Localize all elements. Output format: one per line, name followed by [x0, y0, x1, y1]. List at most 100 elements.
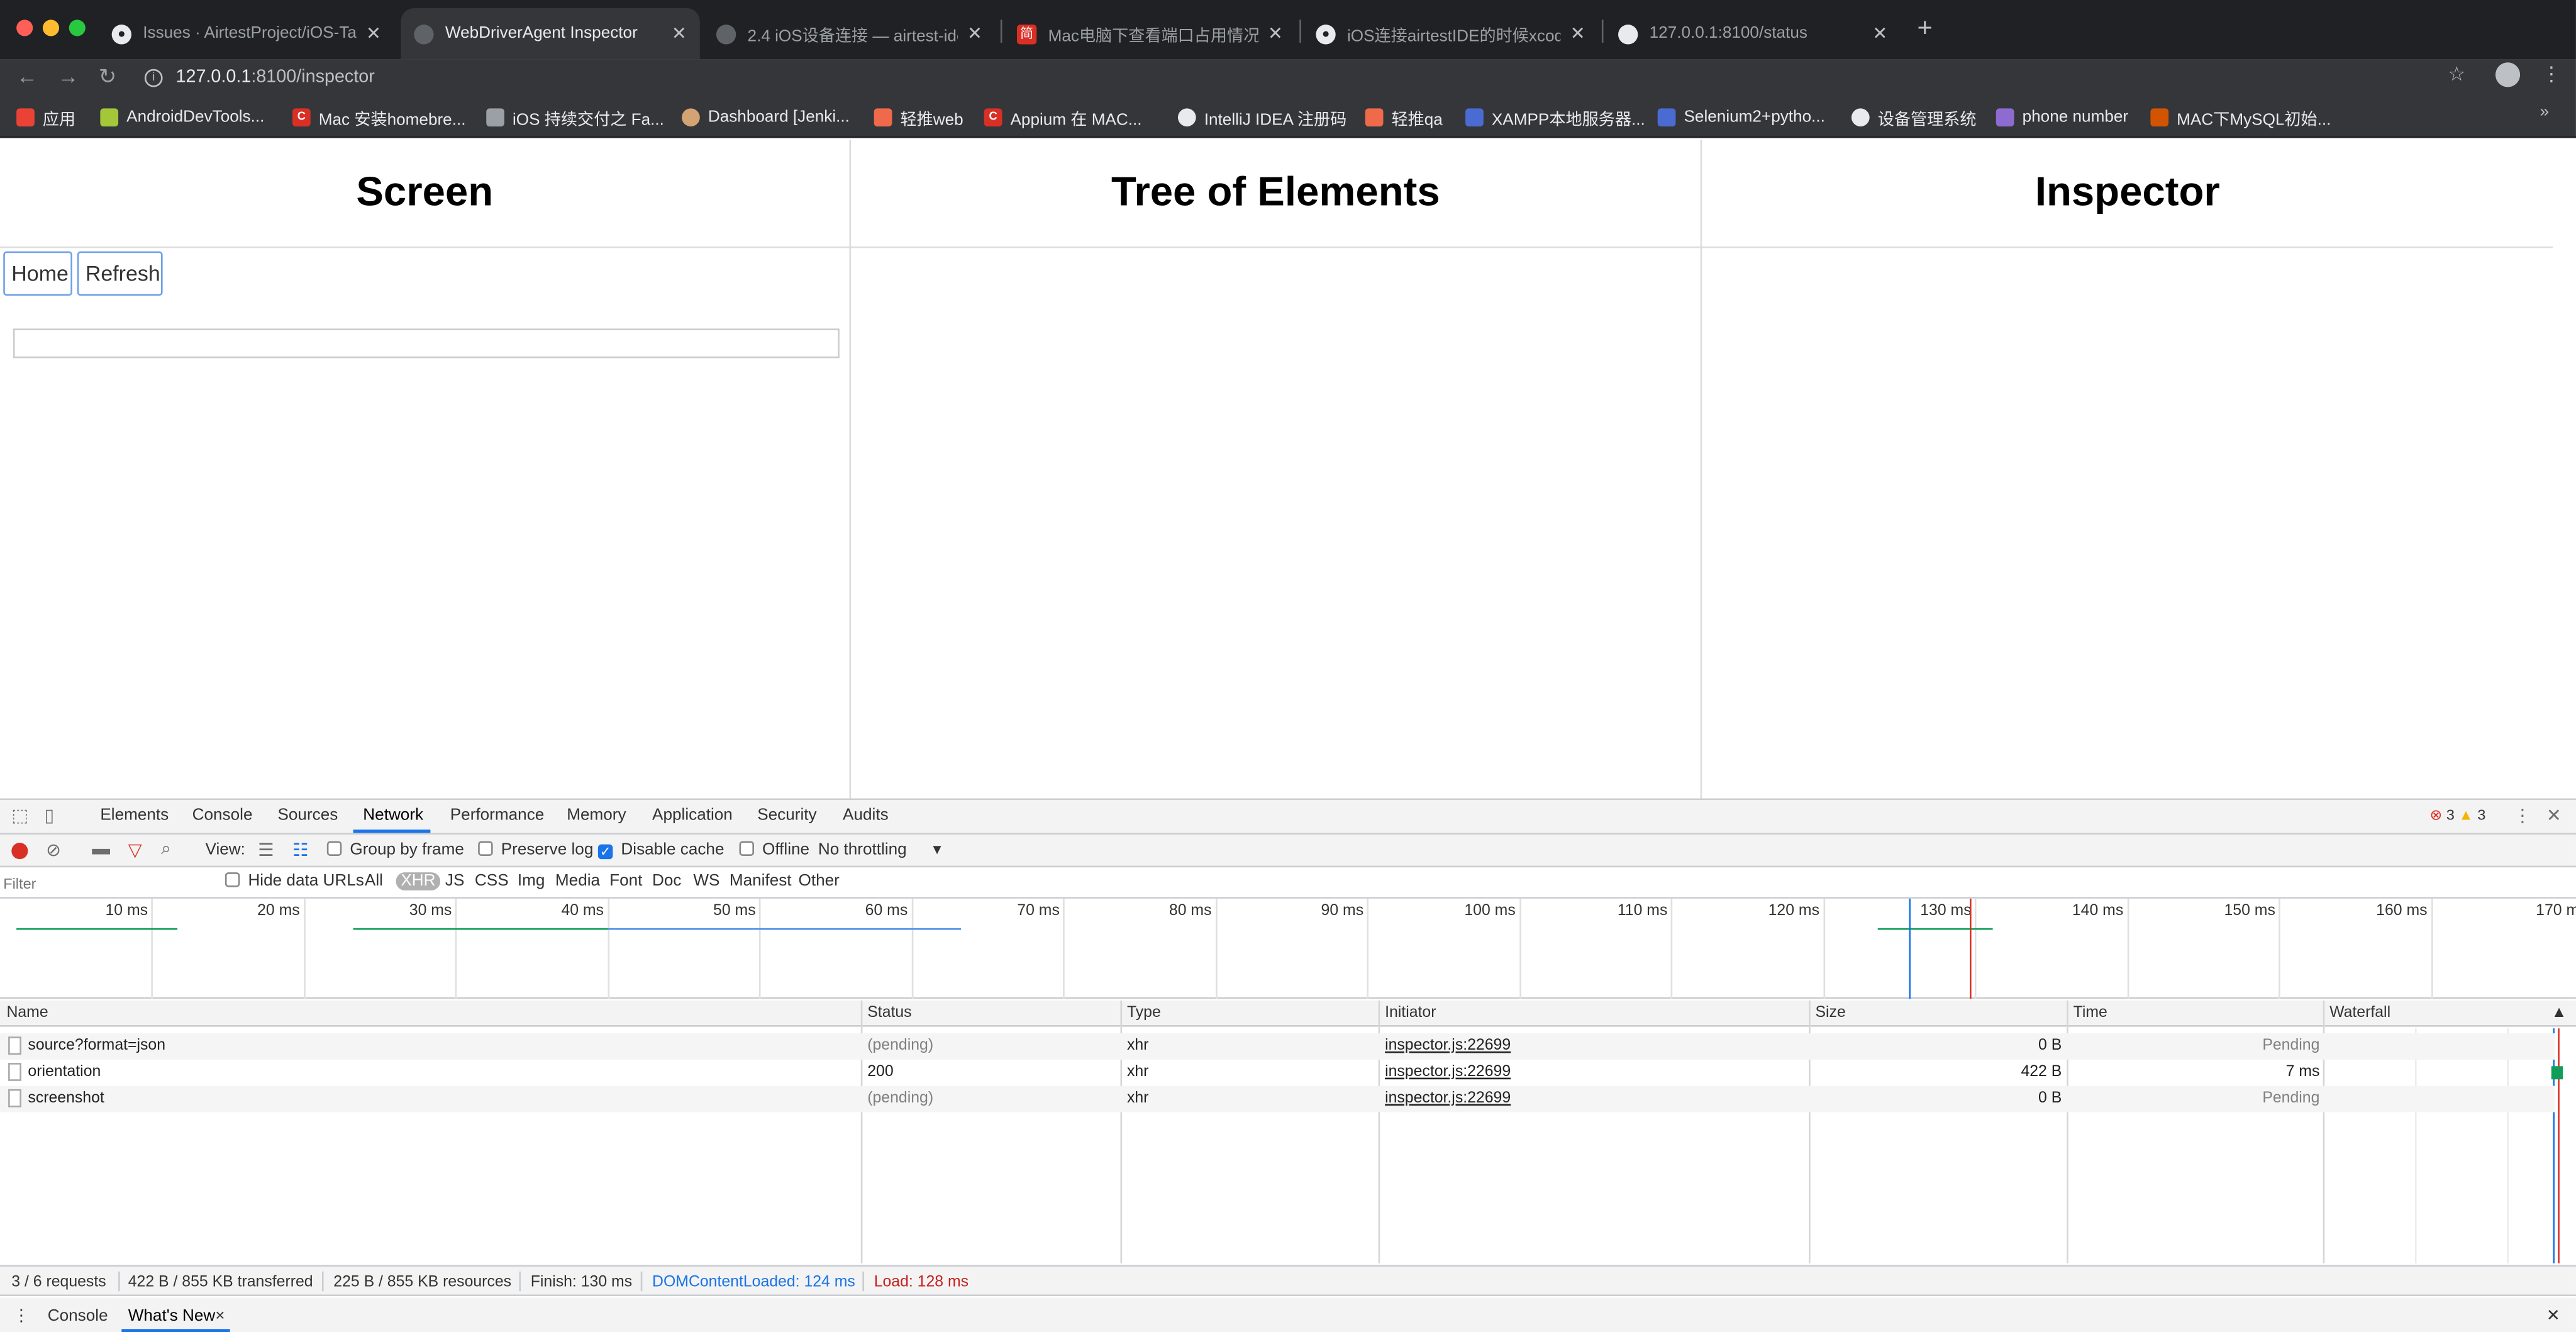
disable-cache-checkbox[interactable]: ✓ Disable cache — [597, 841, 724, 860]
filter-js[interactable]: JS — [440, 872, 469, 891]
new-tab-button[interactable]: + — [1917, 15, 1932, 45]
throttling-select[interactable]: No throttling ▾ — [818, 841, 941, 859]
bookmark-qingtui-qa[interactable]: 轻推qa — [1365, 105, 1443, 129]
devtools-tab-network[interactable]: Network — [363, 807, 423, 825]
console-issue-counter[interactable]: ⊗ 3 ▲ 3 — [2429, 807, 2485, 825]
profile-avatar-icon[interactable] — [2495, 62, 2521, 87]
bookmark-apps[interactable]: 应用 — [16, 105, 75, 129]
clear-icon[interactable]: ⊘ — [46, 840, 61, 860]
request-initiator-link[interactable]: inspector.js:22699 — [1385, 1089, 1511, 1107]
bookmark-jenkins[interactable]: Dashboard [Jenki... — [682, 105, 850, 128]
refresh-button[interactable]: Refresh — [77, 251, 163, 296]
filter-ws[interactable]: WS — [689, 872, 725, 891]
site-info-icon[interactable]: i — [144, 68, 163, 87]
close-tab-icon[interactable]: ✕ — [1570, 23, 1585, 44]
close-tab-icon[interactable]: ✕ — [967, 23, 982, 44]
col-size[interactable]: Size — [1815, 1004, 1845, 1022]
table-row[interactable]: screenshot (pending) xhr inspector.js:22… — [0, 1085, 2555, 1113]
devtools-tab-performance[interactable]: Performance — [450, 807, 545, 825]
bookmark-selenium[interactable]: Selenium2+pytho... — [1657, 105, 1825, 128]
filter-media[interactable]: Media — [550, 872, 605, 891]
close-tab-icon[interactable]: ✕ — [1872, 23, 1887, 44]
browser-tab-issues[interactable]: ● Issues · AirtestProject/iOS-Tag ✕ — [99, 8, 394, 59]
bookmark-xampp[interactable]: XAMPP本地服务器... — [1465, 105, 1645, 129]
close-tab-icon[interactable]: ✕ — [366, 23, 381, 44]
window-close-button[interactable] — [16, 19, 33, 36]
filter-manifest[interactable]: Manifest — [724, 872, 796, 891]
window-minimize-button[interactable] — [42, 19, 60, 36]
devtools-tab-security[interactable]: Security — [757, 807, 816, 825]
browser-tab-mac-port[interactable]: 简 Mac电脑下查看端口占用情况 - ✕ — [1004, 8, 1296, 59]
filter-icon[interactable]: ▽ — [128, 840, 142, 860]
col-time[interactable]: Time — [2074, 1004, 2107, 1022]
large-rows-icon[interactable]: ☰ — [258, 840, 274, 860]
bookmark-phone-number[interactable]: phone number — [1996, 105, 2128, 128]
browser-tab-airtest-ide[interactable]: 2.4 iOS设备连接 — airtest-ide ✕ — [703, 8, 996, 59]
browser-menu-icon[interactable]: ⋮ — [2541, 62, 2561, 86]
bookmark-appium[interactable]: C Appium 在 MAC... — [984, 105, 1142, 129]
bookmark-homebrew[interactable]: C Mac 安装homebre... — [292, 105, 466, 129]
filter-other[interactable]: Other — [794, 872, 845, 891]
back-arrow-icon[interactable]: ← — [16, 64, 38, 91]
bookmarks-overflow-button[interactable]: » — [2540, 104, 2549, 122]
record-button[interactable] — [11, 843, 28, 860]
devtools-tab-memory[interactable]: Memory — [567, 807, 626, 825]
sort-up-icon[interactable]: ▲ — [2551, 1004, 2567, 1022]
inspect-element-icon[interactable]: ⬚ — [11, 805, 28, 826]
window-maximize-button[interactable] — [69, 19, 86, 36]
device-toolbar-icon[interactable]: ▯ — [45, 805, 55, 826]
bookmark-androiddevtools[interactable]: AndroidDevTools... — [100, 105, 264, 128]
close-tab-icon[interactable]: ✕ — [672, 23, 687, 44]
bookmark-device-mgmt[interactable]: 设备管理系统 — [1851, 105, 1976, 129]
reload-icon[interactable]: ↻ — [99, 64, 116, 91]
devtools-tab-sources[interactable]: Sources — [277, 807, 338, 825]
forward-arrow-icon[interactable]: → — [57, 64, 79, 91]
devtools-tab-application[interactable]: Application — [652, 807, 733, 825]
search-icon[interactable]: ⌕ — [161, 840, 171, 861]
browser-tab-status[interactable]: 127.0.0.1:8100/status ✕ — [1605, 8, 1901, 59]
overview-icon[interactable]: ☷ — [292, 840, 309, 860]
filter-input[interactable] — [3, 872, 211, 894]
offline-checkbox[interactable]: Offline — [739, 841, 809, 859]
table-row[interactable]: source?format=json (pending) xhr inspect… — [0, 1033, 2555, 1060]
request-initiator-link[interactable]: inspector.js:22699 — [1385, 1036, 1511, 1055]
bookmark-qingtui-web[interactable]: 轻推web — [874, 105, 963, 129]
drawer-tab-close-icon[interactable]: × — [215, 1307, 225, 1326]
filter-all[interactable]: All — [360, 872, 388, 891]
devtools-tab-console[interactable]: Console — [192, 807, 253, 825]
devtools-tab-elements[interactable]: Elements — [100, 807, 169, 825]
filter-font[interactable]: Font — [604, 872, 647, 891]
drawer-tab-console[interactable]: Console — [48, 1307, 108, 1326]
browser-tab-ios-xcode[interactable]: ● iOS连接airtestIDE的时候xcode ✕ — [1302, 8, 1598, 59]
drawer-close-icon[interactable]: ✕ — [2546, 1307, 2560, 1326]
drawer-tab-whats-new[interactable]: What's New — [128, 1307, 216, 1326]
col-type[interactable]: Type — [1127, 1004, 1161, 1022]
group-by-frame-checkbox[interactable]: Group by frame — [326, 841, 464, 859]
filter-xhr[interactable]: XHR — [396, 872, 441, 891]
table-row[interactable]: orientation 200 xhr inspector.js:22699 4… — [0, 1060, 2563, 1086]
bookmark-mysql[interactable]: MAC下MySQL初始... — [2150, 105, 2331, 129]
address-bar[interactable]: i 127.0.0.1 :8100/inspector — [144, 61, 2477, 94]
filter-img[interactable]: Img — [513, 872, 550, 891]
home-button[interactable]: Home — [3, 251, 72, 296]
capture-screenshots-icon[interactable]: ▬ — [92, 840, 110, 859]
col-name[interactable]: Name — [6, 1004, 48, 1022]
col-status[interactable]: Status — [867, 1004, 911, 1022]
bookmark-ios-fastlane[interactable]: iOS 持续交付之 Fa... — [486, 105, 664, 129]
filter-css[interactable]: CSS — [470, 872, 513, 891]
request-initiator-link[interactable]: inspector.js:22699 — [1385, 1063, 1511, 1081]
filter-doc[interactable]: Doc — [647, 872, 686, 891]
col-initiator[interactable]: Initiator — [1385, 1004, 1436, 1022]
hide-data-urls-checkbox[interactable]: Hide data URLs — [225, 872, 364, 891]
preserve-log-checkbox[interactable]: Preserve log — [478, 841, 593, 859]
browser-tab-wda-inspector[interactable]: WebDriverAgent Inspector ✕ — [401, 8, 700, 60]
col-waterfall[interactable]: Waterfall — [2329, 1004, 2390, 1022]
devtools-menu-icon[interactable]: ⋮ — [2514, 805, 2532, 826]
bookmark-intellij[interactable]: IntelliJ IDEA 注册码 — [1177, 105, 1346, 129]
network-overview-timeline[interactable]: 10 ms 20 ms 30 ms 40 ms 50 ms 60 ms 70 ms 80 ms… — [0, 898, 2576, 999]
drawer-menu-icon[interactable]: ⋮ — [13, 1307, 30, 1326]
close-tab-icon[interactable]: ✕ — [1268, 23, 1283, 44]
bookmark-star-icon[interactable]: ☆ — [2448, 62, 2465, 86]
devtools-close-icon[interactable]: ✕ — [2546, 805, 2562, 826]
devtools-tab-audits[interactable]: Audits — [843, 807, 889, 825]
